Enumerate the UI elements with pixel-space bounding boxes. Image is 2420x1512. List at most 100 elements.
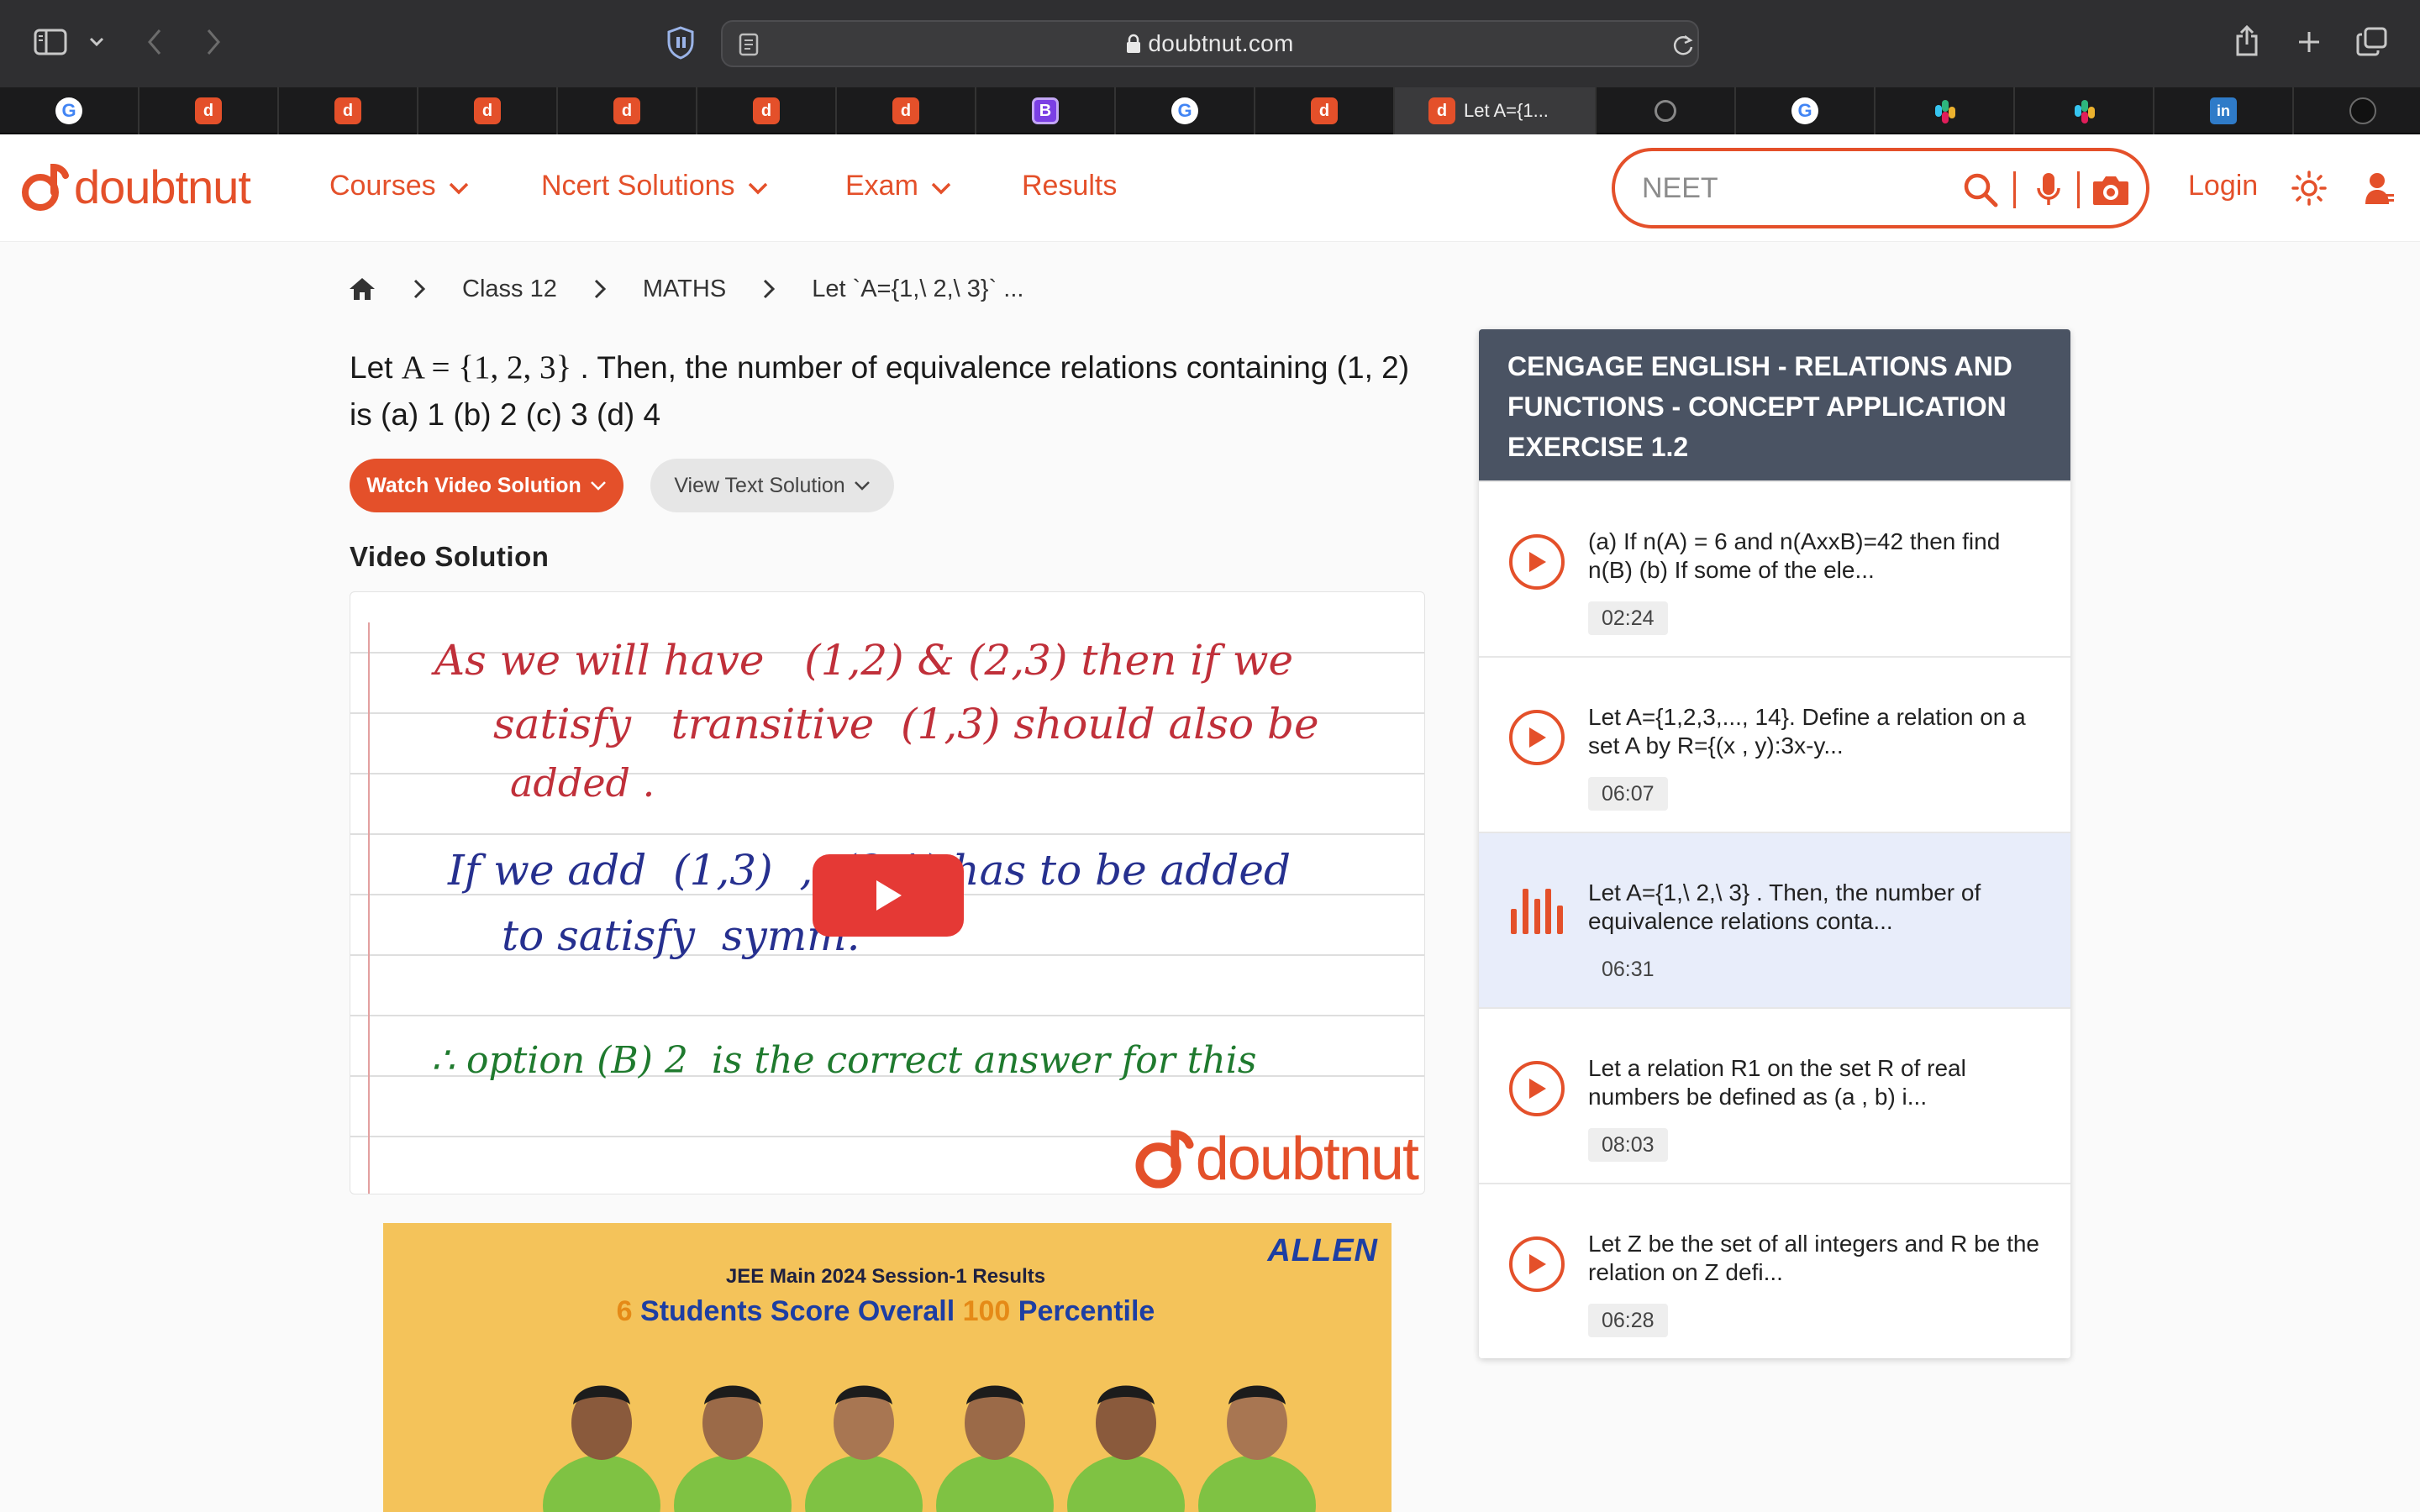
related-video-title: Let A={1,\ 2,\ 3} . Then, the number of … [1588,879,1981,934]
nav-ncert-solutions[interactable]: Ncert Solutions [541,170,769,202]
related-video-item[interactable]: (a) If n(A) = 6 and n(AxxB)=42 then find… [1479,480,2070,656]
browser-tab[interactable] [1597,87,1736,134]
linkedin-favicon-icon: in [2210,97,2237,124]
related-video-item-active[interactable]: Let A={1,\ 2,\ 3} . Then, the number of … [1479,832,2070,1007]
login-link[interactable]: Login [2188,170,2258,202]
theme-sun-icon[interactable] [2291,170,2328,207]
url-text: doubtnut.com [1148,30,1294,56]
doubtnut-favicon-icon: d [613,97,640,124]
chevron-right-icon [413,279,425,299]
browser-tab[interactable]: d [837,87,976,134]
browser-tab[interactable] [2294,87,2420,134]
search-input[interactable] [1642,171,1961,205]
divider [2077,171,2080,208]
page-content: Class 12 MATHS Let `A={1,\ 2,\ 3}` ... L… [0,242,2420,1512]
watch-video-label: Watch Video Solution [366,473,581,497]
doubtnut-favicon-icon: d [892,97,919,124]
user-account-icon[interactable] [2363,170,2396,207]
browser-tab[interactable]: G [1116,87,1255,134]
play-button[interactable] [813,854,964,937]
slack-favicon-icon [2071,98,2096,123]
privacy-shield-icon[interactable] [664,24,697,62]
browser-tab-active[interactable]: d Let A={1... [1395,87,1597,134]
google-favicon-icon: G [1791,97,1818,124]
browser-tab[interactable]: G [0,87,139,134]
tab-title: Let A={1... [1464,100,1549,121]
tab-overview-icon[interactable] [2354,25,2390,59]
divider [2013,171,2016,208]
browser-tab[interactable]: G [1736,87,1876,134]
back-arrow-icon[interactable] [139,25,170,59]
related-video-item[interactable]: Let a relation R1 on the set R of real n… [1479,1007,2070,1183]
compass-favicon-icon [1655,100,1676,122]
play-circle-icon [1509,1236,1565,1292]
google-favicon-icon: G [1171,97,1198,124]
browser-tab[interactable]: d [279,87,418,134]
camera-icon[interactable] [2091,170,2131,210]
chevron-down-icon [590,481,606,491]
play-circle-icon [1509,710,1565,765]
reload-icon[interactable] [1670,32,1696,57]
handwriting-line: added . [510,760,655,806]
related-video-item[interactable]: Let A={1,2,3,..., 14}. Define a relation… [1479,656,2070,832]
browser-tab[interactable]: d [139,87,279,134]
microphone-icon[interactable] [2030,170,2067,210]
duration-badge: 06:28 [1588,1304,1668,1337]
handwriting-line: to satisfy symm. [502,911,860,960]
video-solution-heading: Video Solution [350,541,550,572]
related-video-title: (a) If n(A) = 6 and n(AxxB)=42 then find… [1588,528,2001,583]
browser-tab[interactable]: d [1255,87,1395,134]
related-video-title: Let Z be the set of all integers and R b… [1588,1231,2040,1285]
play-circle-icon [1509,1061,1565,1116]
forward-arrow-icon[interactable] [198,25,229,59]
browser-tab[interactable]: in [2154,87,2294,134]
new-tab-plus-icon[interactable] [2294,27,2324,57]
nav-exam[interactable]: Exam [845,170,952,202]
doubtnut-favicon-icon: d [334,97,361,124]
address-bar[interactable]: doubtnut.com [721,20,1699,67]
nav-results[interactable]: Results [1022,170,1117,202]
question-prefix: Let [350,350,402,385]
openai-favicon-icon [2349,97,2376,124]
handwriting-line: As we will have (1,2) & (2,3) then if we [434,636,1294,685]
chevron-down-icon [747,170,769,202]
search-icon[interactable] [1960,170,2002,210]
duration-badge: 02:24 [1588,601,1668,635]
duration-badge: 06:31 [1588,953,1668,986]
related-video-item[interactable]: Let Z be the set of all integers and R b… [1479,1183,2070,1358]
nav-courses[interactable]: Courses [329,170,470,202]
share-icon[interactable] [2232,22,2262,60]
doubtnut-favicon-icon: d [753,97,780,124]
breadcrumb-subject[interactable]: MATHS [643,276,726,303]
doubtnut-logo-icon [1135,1130,1194,1189]
chevron-down-icon [448,170,470,202]
panel-heading: CENGAGE ENGLISH - RELATIONS AND FUNCTION… [1479,329,2070,480]
nav-results-label: Results [1022,170,1118,202]
video-watermark: doubtnut [1134,1125,1419,1194]
browser-tab[interactable]: d [697,87,837,134]
home-icon[interactable] [348,276,376,302]
browser-tab[interactable] [2015,87,2154,134]
chevron-down-icon [854,481,870,491]
watch-video-solution-button[interactable]: Watch Video Solution [350,459,623,512]
breadcrumb-class[interactable]: Class 12 [462,276,557,303]
chevron-down-icon[interactable] [86,30,108,54]
doubtnut-favicon-icon: d [1428,97,1455,124]
doubtnut-logo[interactable]: doubtnut [20,160,251,214]
video-player[interactable]: As we will have (1,2) & (2,3) then if we… [350,591,1425,1194]
doubtnut-favicon-icon: d [474,97,501,124]
browser-tab[interactable] [1876,87,2015,134]
view-text-solution-button[interactable]: View Text Solution [650,459,894,512]
related-video-title: Let a relation R1 on the set R of real n… [1588,1055,1966,1110]
reader-mode-icon[interactable] [736,32,761,57]
chevron-right-icon [763,279,776,299]
browser-tab[interactable]: d [558,87,697,134]
sidebar-toggle-icon[interactable] [32,27,69,57]
duration-badge: 06:07 [1588,777,1668,811]
chevron-down-icon [930,170,952,202]
duration-badge: 08:03 [1588,1128,1668,1162]
browser-tab[interactable]: B [976,87,1116,134]
google-favicon-icon: G [55,97,82,124]
browser-tab[interactable]: d [418,87,558,134]
ad-banner[interactable]: ALLEN JEE Main 2024 Session-1 Results 6 … [383,1223,1392,1512]
